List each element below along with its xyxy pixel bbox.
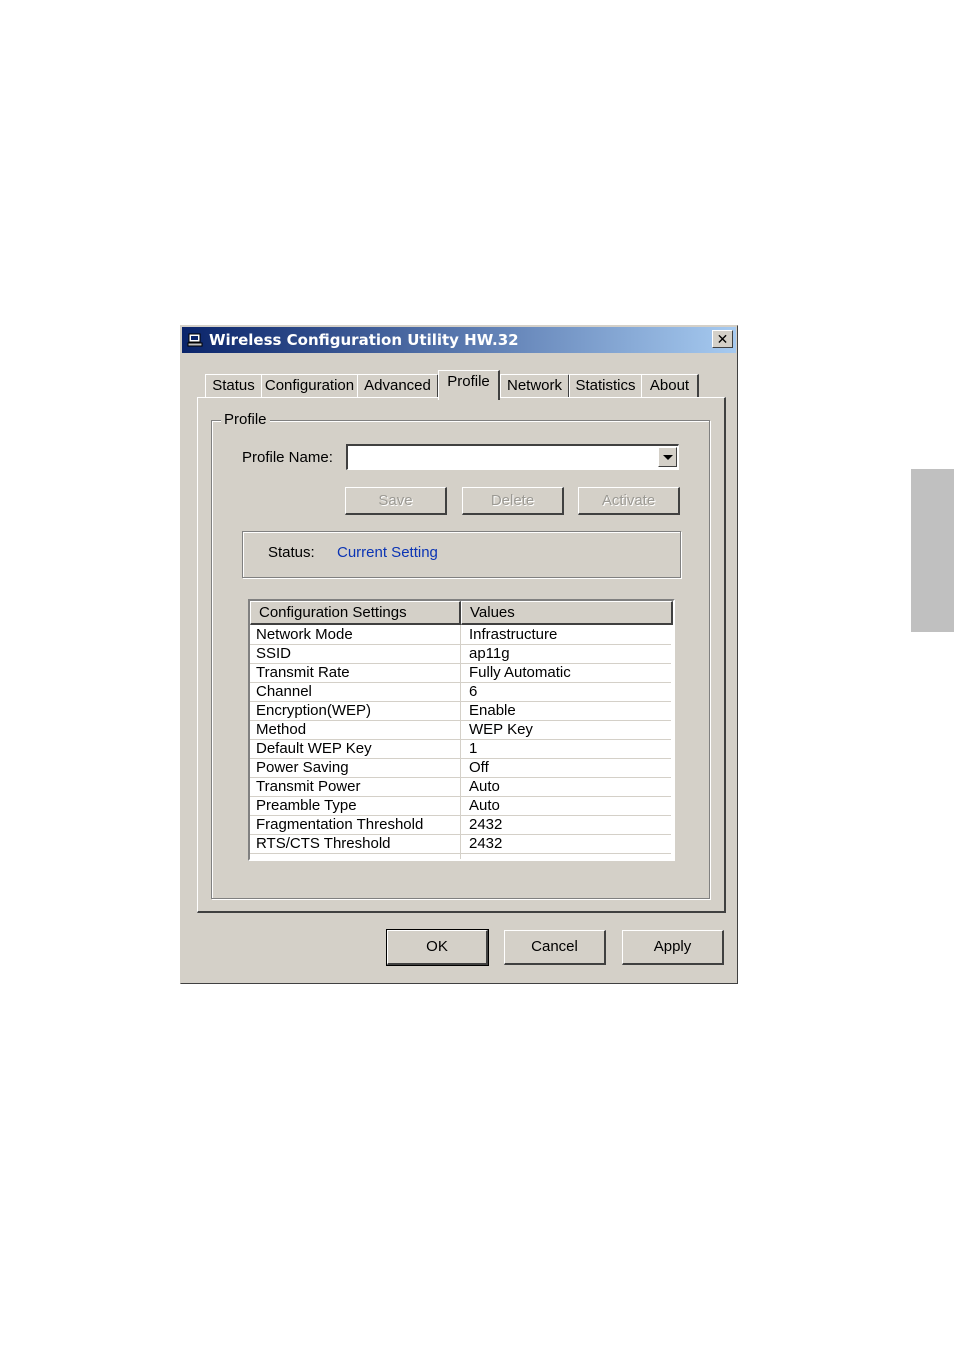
- setting-name-cell: Method: [256, 721, 307, 738]
- title-bar[interactable]: Wireless Configuration Utility HW.32 ✕: [182, 327, 736, 353]
- setting-name-cell: Network Mode: [256, 626, 353, 643]
- activate-button-label: Activate: [601, 492, 656, 509]
- column-header-label: Values: [470, 604, 515, 621]
- tab-status[interactable]: Status: [205, 374, 263, 397]
- tab-label: About: [649, 377, 690, 394]
- setting-value-cell: ap11g: [469, 645, 510, 662]
- dialog-window: Wireless Configuration Utility HW.32 ✕ S…: [180, 325, 738, 984]
- close-icon: ✕: [716, 331, 729, 347]
- table-row[interactable]: Power Saving Off: [250, 759, 671, 778]
- setting-value-cell: Off: [469, 759, 489, 776]
- profile-tab-panel: Profile Profile Name: Save Delete Activa…: [197, 397, 726, 913]
- apply-button-label: Apply: [653, 938, 692, 955]
- delete-button[interactable]: Delete: [462, 487, 564, 515]
- tab-profile[interactable]: Profile: [438, 370, 500, 400]
- setting-name-cell: Power Saving: [256, 759, 349, 776]
- profile-name-label: Profile Name:: [242, 449, 333, 466]
- settings-list[interactable]: Configuration Settings Values Network Mo…: [248, 599, 675, 861]
- tab-label: Status: [212, 377, 255, 394]
- tab-label: Statistics: [575, 377, 636, 394]
- column-header-label: Configuration Settings: [259, 604, 407, 621]
- table-row[interactable]: Channel 6: [250, 683, 671, 702]
- status-value: Current Setting: [337, 544, 438, 561]
- cancel-button[interactable]: Cancel: [504, 930, 606, 965]
- setting-value-cell: Auto: [469, 778, 500, 795]
- setting-value-cell: Auto: [469, 797, 500, 814]
- tab-label: Configuration: [264, 377, 355, 394]
- chevron-down-icon[interactable]: [658, 447, 677, 467]
- setting-value-cell: 1: [469, 740, 478, 757]
- status-label: Status:: [268, 544, 315, 561]
- setting-name-cell: Preamble Type: [256, 797, 357, 814]
- status-box: Status: Current Setting: [242, 531, 681, 578]
- setting-value-cell: Fully Automatic: [469, 664, 571, 681]
- tab-label: Profile: [447, 373, 490, 390]
- activate-button[interactable]: Activate: [578, 487, 680, 515]
- setting-value-cell: Enable: [469, 702, 516, 719]
- page-side-tab: [911, 469, 954, 632]
- table-row[interactable]: Network Mode Infrastructure: [250, 626, 671, 645]
- window-title: Wireless Configuration Utility HW.32: [209, 331, 519, 349]
- table-row[interactable]: Method WEP Key: [250, 721, 671, 740]
- tab-label: Network: [506, 377, 562, 394]
- table-row[interactable]: SSID ap11g: [250, 645, 671, 664]
- delete-button-label: Delete: [490, 492, 535, 509]
- table-row[interactable]: Default WEP Key 1: [250, 740, 671, 759]
- setting-name-cell: Transmit Rate: [256, 664, 350, 681]
- setting-name-cell: Fragmentation Threshold: [256, 816, 424, 833]
- tab-label: Advanced: [364, 377, 431, 394]
- profile-group: Profile Profile Name: Save Delete Activa…: [211, 411, 710, 899]
- setting-value-cell: 2432: [469, 835, 503, 852]
- settings-list-header: Configuration Settings Values: [250, 601, 673, 625]
- setting-name-cell: Channel: [256, 683, 312, 700]
- setting-name-cell: SSID: [256, 645, 292, 662]
- table-row[interactable]: Encryption(WEP) Enable: [250, 702, 671, 721]
- setting-value-cell: 6: [469, 683, 478, 700]
- profile-name-combobox[interactable]: [346, 444, 679, 470]
- apply-button[interactable]: Apply: [622, 930, 724, 965]
- ok-button-label: OK: [426, 938, 448, 955]
- table-row[interactable]: Transmit Power Auto: [250, 778, 671, 797]
- profile-group-label: Profile: [221, 411, 270, 428]
- setting-value-cell: 2432: [469, 816, 503, 833]
- column-header-values[interactable]: Values: [461, 601, 673, 625]
- setting-value-cell: Infrastructure: [469, 626, 558, 643]
- computer-icon: [187, 333, 203, 347]
- table-row[interactable]: Fragmentation Threshold 2432: [250, 816, 671, 835]
- close-button[interactable]: ✕: [712, 330, 733, 348]
- save-button[interactable]: Save: [345, 487, 447, 515]
- tab-advanced[interactable]: Advanced: [357, 374, 439, 397]
- setting-name-cell: Default WEP Key: [256, 740, 372, 757]
- setting-name-cell: RTS/CTS Threshold: [256, 835, 391, 852]
- table-row[interactable]: RTS/CTS Threshold 2432: [250, 835, 671, 854]
- table-row[interactable]: Preamble Type Auto: [250, 797, 671, 816]
- tab-statistics[interactable]: Statistics: [569, 374, 643, 397]
- ok-button[interactable]: OK: [386, 929, 489, 966]
- column-header-settings[interactable]: Configuration Settings: [250, 601, 461, 625]
- setting-value-cell: WEP Key: [469, 721, 533, 738]
- setting-name-cell: Transmit Power: [256, 778, 361, 795]
- cancel-button-label: Cancel: [531, 938, 578, 955]
- tab-network[interactable]: Network: [500, 374, 570, 397]
- table-row[interactable]: Transmit Rate Fully Automatic: [250, 664, 671, 683]
- tab-configuration[interactable]: Configuration: [261, 374, 359, 397]
- tab-about[interactable]: About: [641, 374, 699, 397]
- save-button-label: Save: [378, 492, 413, 509]
- setting-name-cell: Encryption(WEP): [256, 702, 372, 719]
